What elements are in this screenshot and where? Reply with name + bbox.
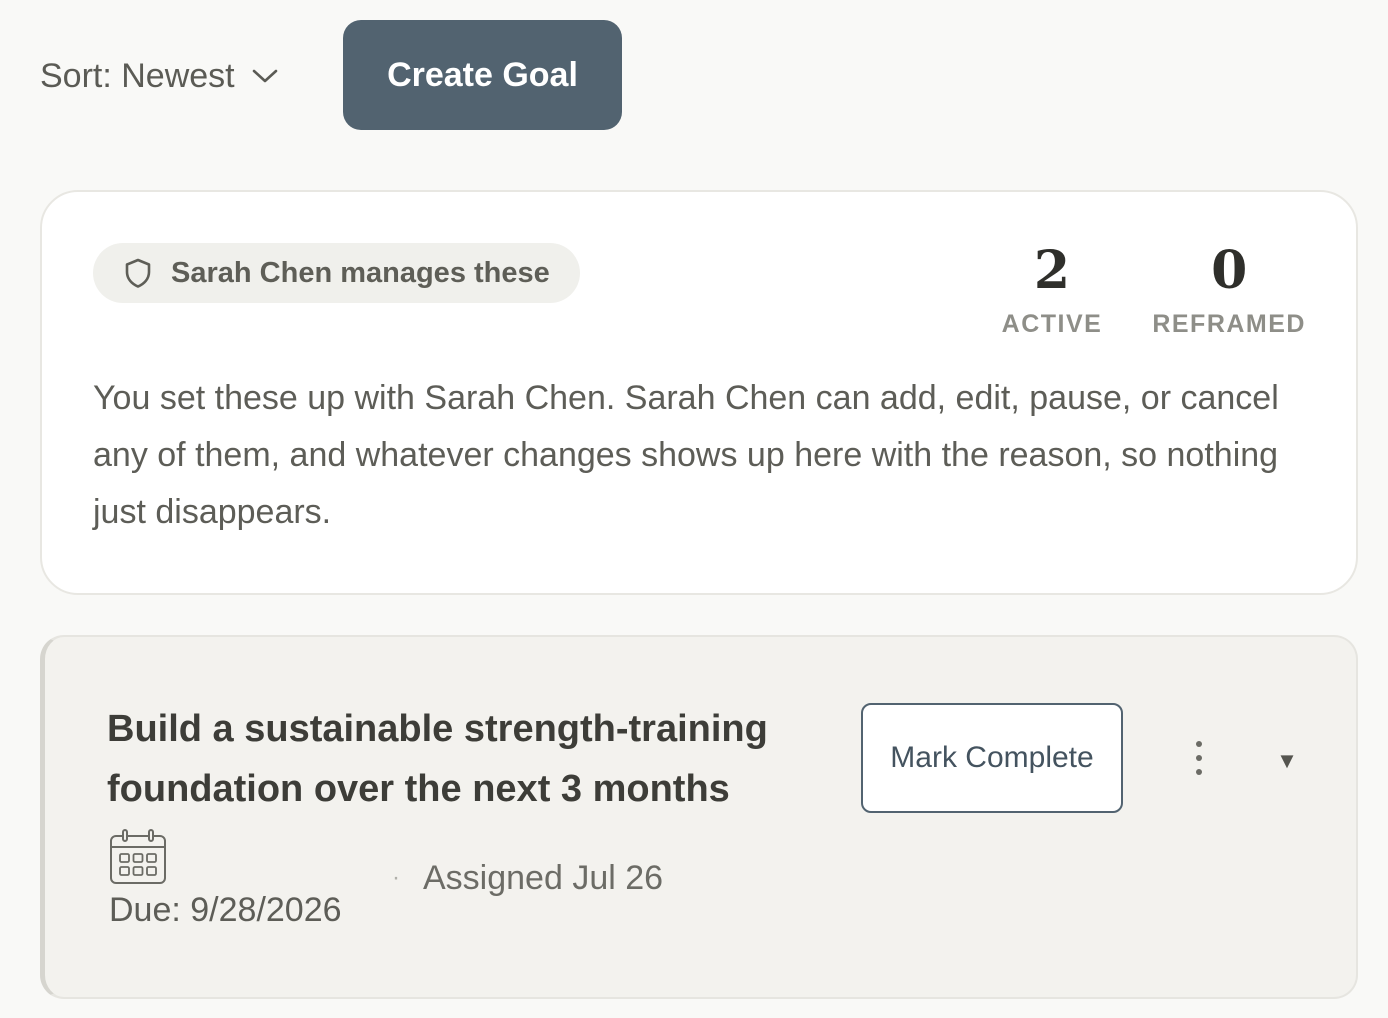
- goal-title[interactable]: Build a sustainable strength-training fo…: [107, 699, 827, 819]
- due-date-text: Due: 9/28/2026: [109, 891, 342, 929]
- goal-card[interactable]: Build a sustainable strength-training fo…: [40, 635, 1358, 999]
- meta-separator: ·: [392, 864, 400, 891]
- stat-reframed-value: 0: [1211, 240, 1248, 301]
- create-goal-button[interactable]: Create Goal: [343, 20, 622, 130]
- more-vertical-icon: [1196, 741, 1202, 775]
- stat-reframed: 0 REFRAMED: [1152, 240, 1306, 339]
- assigned-date: Assigned Jul 26: [423, 859, 664, 897]
- more-options-button[interactable]: [1179, 733, 1219, 783]
- manager-description: You set these up with Sarah Chen. Sarah …: [93, 379, 1279, 531]
- shield-icon: [125, 258, 151, 288]
- expand-toggle[interactable]: ▼: [1267, 741, 1307, 781]
- due-date: Due: 9/28/2026: [109, 829, 389, 930]
- goal-stats: 2 ACTIVE 0 REFRAMED: [1002, 240, 1306, 339]
- sort-dropdown[interactable]: Sort: Newest: [40, 52, 279, 100]
- stat-reframed-label: REFRAMED: [1152, 310, 1306, 338]
- triangle-down-icon: ▼: [1276, 748, 1298, 773]
- manager-badge-label: Sarah Chen manages these: [171, 256, 550, 289]
- chevron-down-icon: [252, 69, 277, 83]
- calendar-icon: [110, 829, 166, 884]
- stat-active: 2 ACTIVE: [1002, 240, 1103, 339]
- mark-complete-button[interactable]: Mark Complete: [861, 703, 1123, 813]
- manager-badge: Sarah Chen manages these: [93, 243, 580, 303]
- goals-toolbar: Sort: Newest Create Goal: [0, 0, 1388, 150]
- manager-card: Sarah Chen manages these 2 ACTIVE 0 REFR…: [40, 190, 1358, 595]
- sort-label: Sort: Newest: [40, 56, 235, 95]
- stat-active-value: 2: [1033, 240, 1071, 301]
- stat-active-label: ACTIVE: [1001, 310, 1103, 338]
